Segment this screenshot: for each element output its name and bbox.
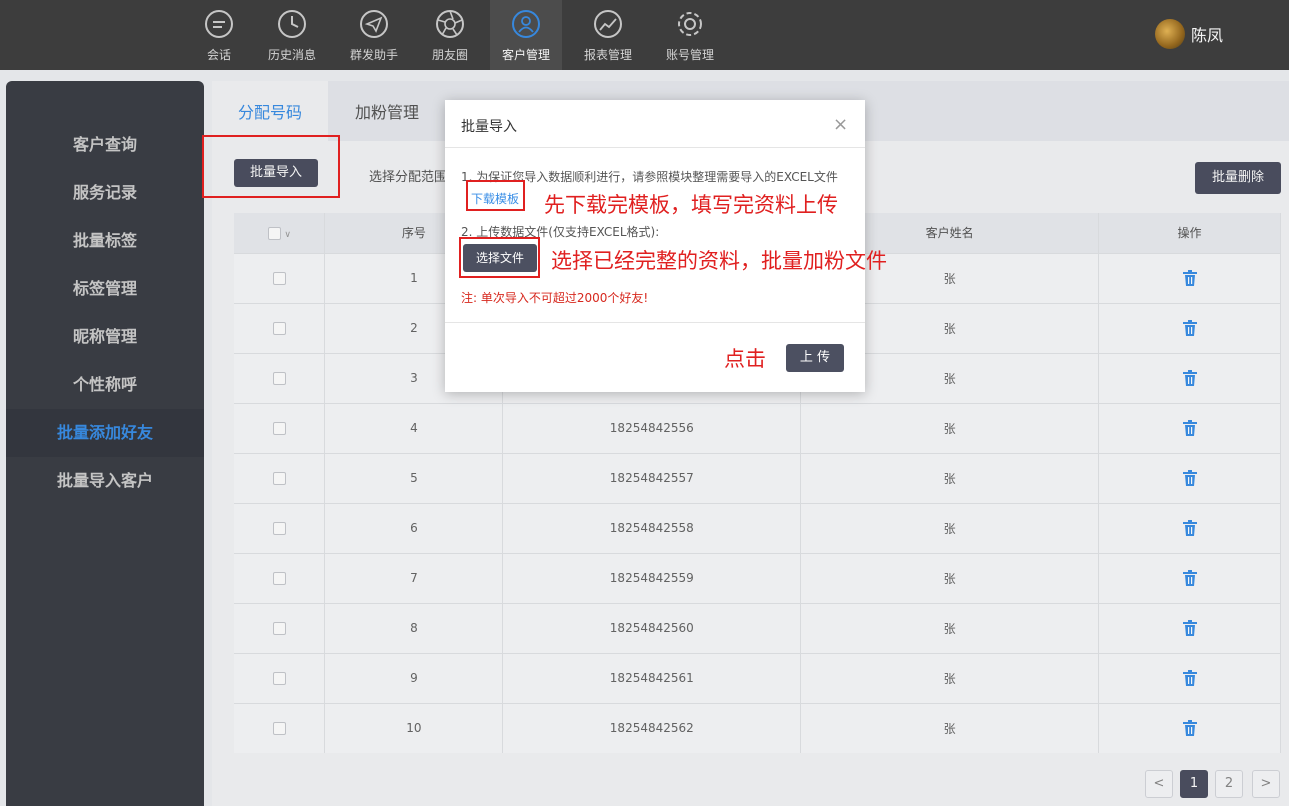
upload-button[interactable]: 上 传: [786, 344, 844, 372]
annotation-box-batch-import: [202, 135, 340, 198]
annotation-download-hint: 先下载完模板，填写完资料上传: [544, 193, 838, 217]
dialog-title: 批量导入: [461, 119, 517, 135]
dialog-divider: [445, 322, 865, 323]
annotation-choose-hint: 选择已经完整的资料，批量加粉文件: [551, 249, 887, 273]
annotation-box-download: [466, 180, 525, 211]
annotation-click-hint: 点击: [724, 347, 766, 371]
close-icon[interactable]: ×: [833, 114, 848, 135]
annotation-box-choose-file: [459, 237, 540, 278]
import-limit-note: 注: 单次导入不可超过2000个好友!: [461, 291, 649, 305]
dialog-header: 批量导入 ×: [445, 100, 865, 148]
